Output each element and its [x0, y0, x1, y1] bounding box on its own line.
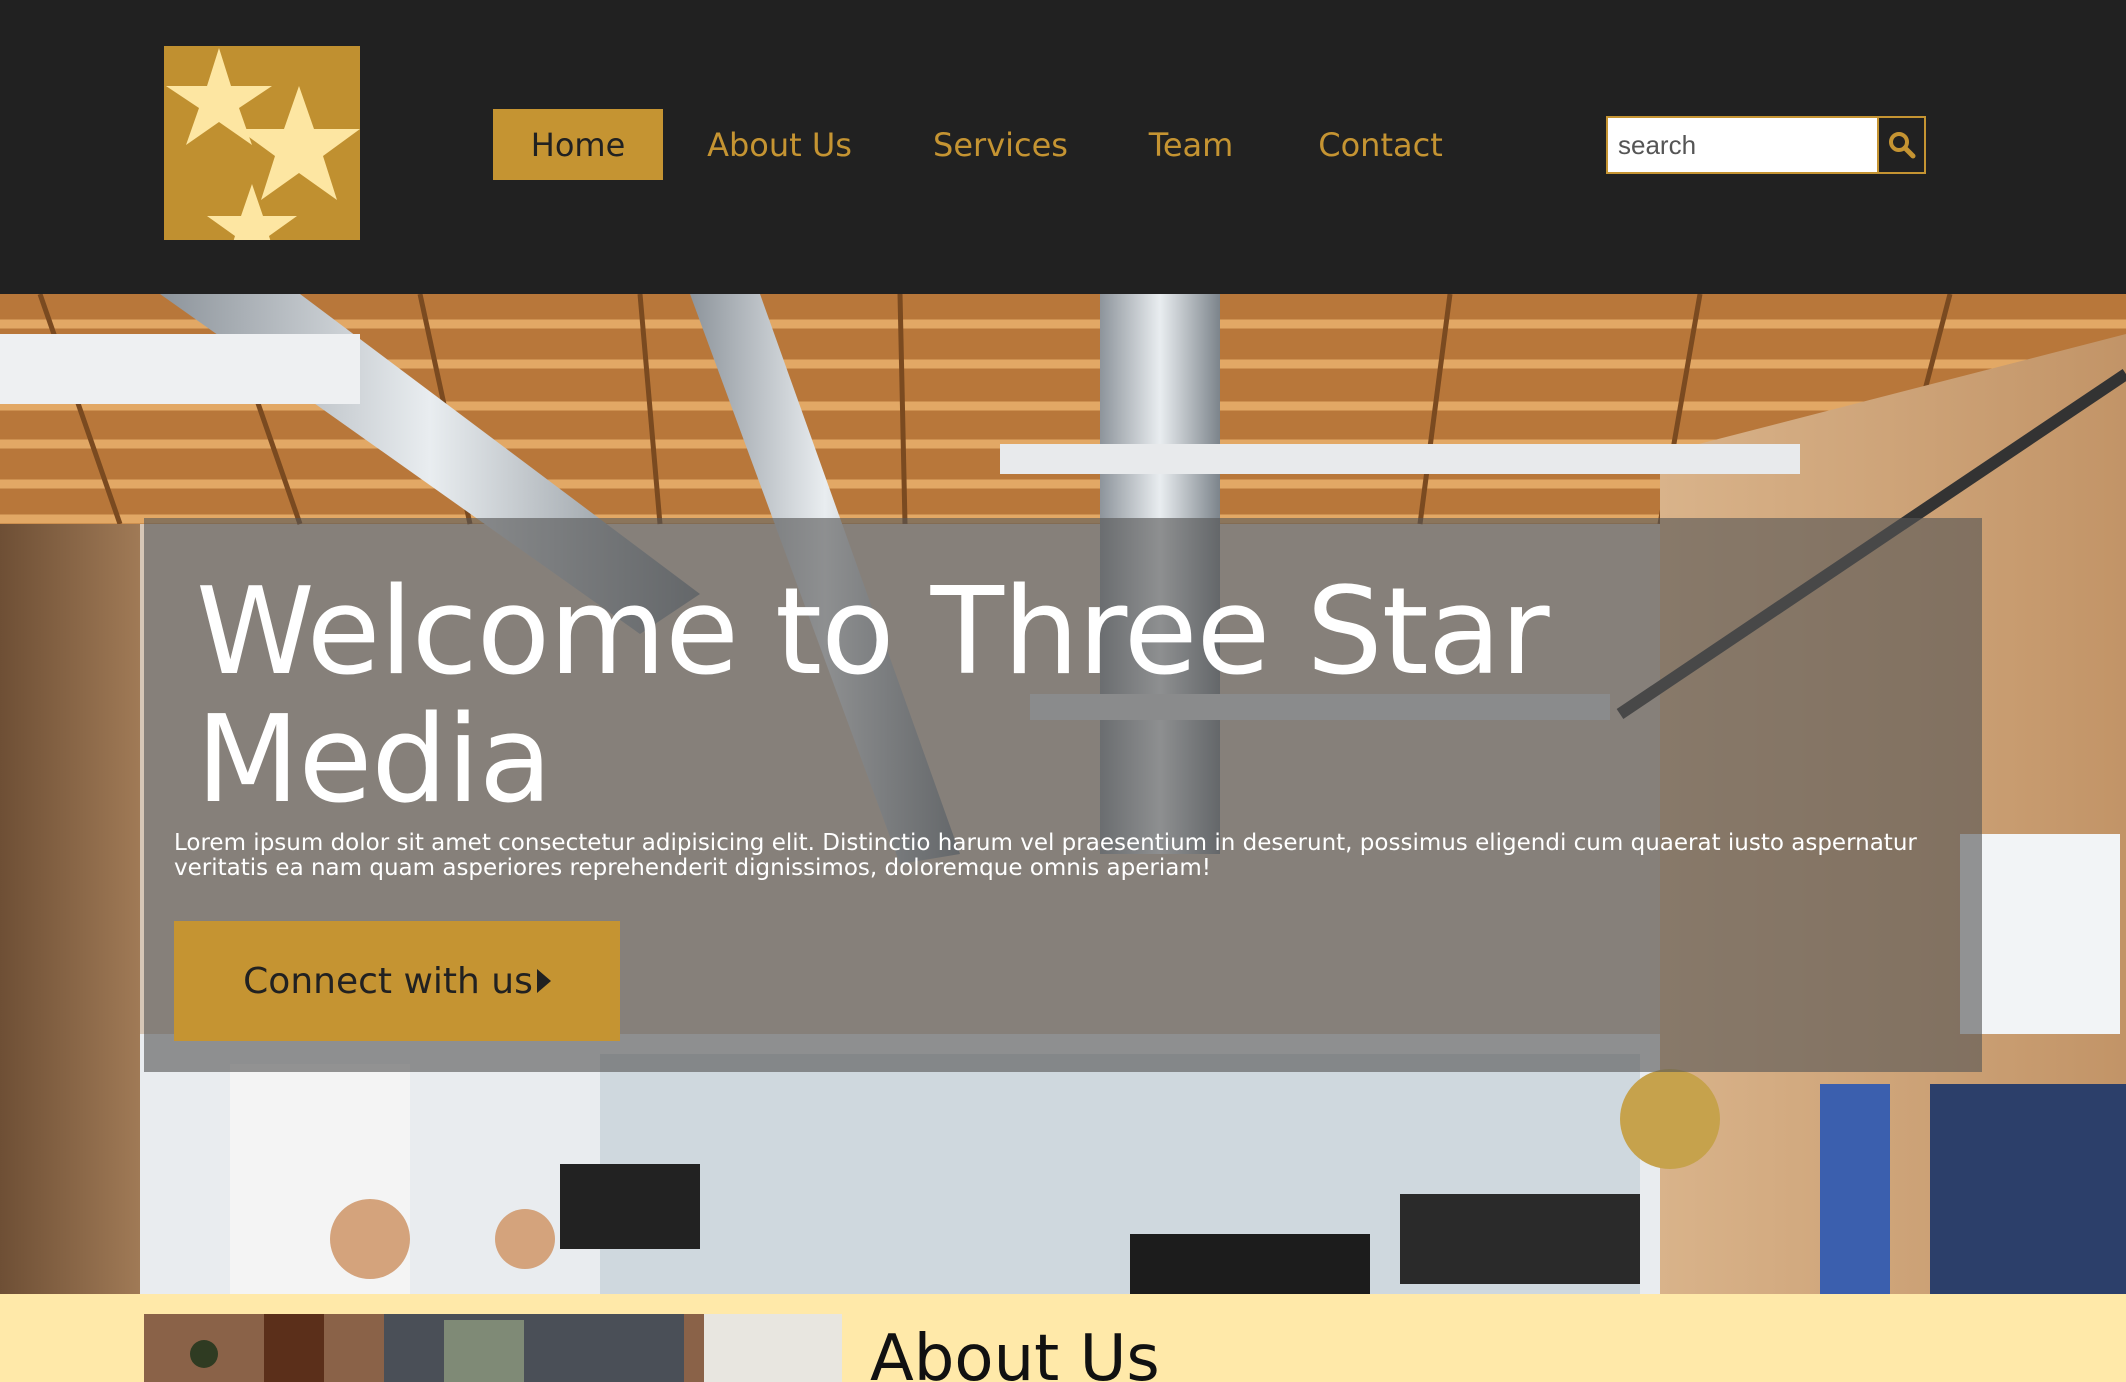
caret-right-icon — [536, 969, 551, 993]
site-header: Home About Us Services Team Contact — [0, 0, 2126, 294]
main-nav: Home About Us Services Team Contact — [493, 109, 1484, 180]
search-button[interactable] — [1877, 116, 1926, 174]
nav-contact[interactable]: Contact — [1277, 109, 1484, 180]
connect-button-label: Connect with us — [243, 960, 533, 1002]
three-stars-icon — [166, 48, 360, 240]
hero-description: Lorem ipsum dolor sit amet consectetur a… — [174, 830, 1917, 881]
nav-team[interactable]: Team — [1105, 109, 1277, 180]
search-icon — [1888, 132, 1915, 159]
search-input[interactable] — [1606, 116, 1877, 174]
search-form — [1606, 116, 1926, 174]
nav-about-us[interactable]: About Us — [663, 109, 896, 180]
about-section: About Us — [0, 1294, 2126, 1382]
nav-home[interactable]: Home — [493, 109, 663, 180]
nav-services[interactable]: Services — [896, 109, 1105, 180]
hero-section: Welcome to Three Star Media Lorem ipsum … — [0, 294, 2126, 1294]
logo[interactable] — [164, 46, 360, 240]
about-title: About Us — [870, 1322, 1160, 1382]
hero-title: Welcome to Three Star Media — [196, 563, 1550, 830]
connect-button[interactable]: Connect with us — [174, 921, 620, 1041]
about-image — [144, 1314, 842, 1382]
